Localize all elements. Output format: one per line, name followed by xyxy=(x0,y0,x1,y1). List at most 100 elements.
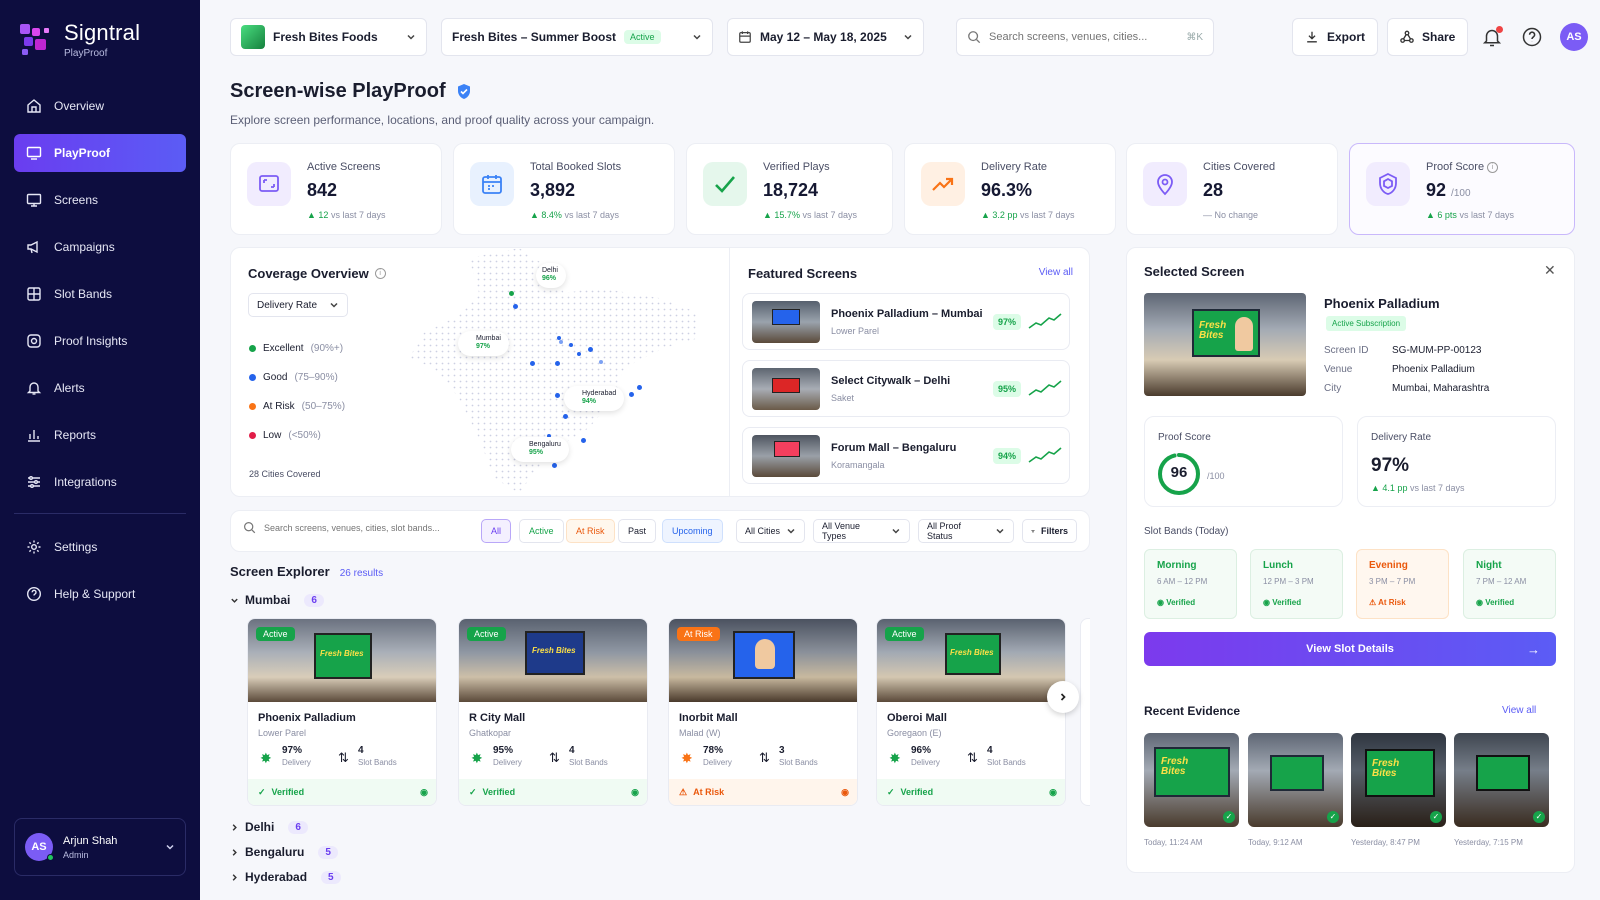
map-pin[interactable] xyxy=(629,392,634,397)
sidebar-item-proof-insights[interactable]: Proof Insights xyxy=(14,322,186,360)
map-pin[interactable] xyxy=(563,414,568,419)
sidebar-item-playproof[interactable]: PlayProof xyxy=(14,134,186,172)
slot-band-lunch[interactable]: Lunch 12 PM – 3 PM ◉ Verified xyxy=(1250,549,1343,619)
featured-item[interactable]: Phoenix Palladium – Mumbai Lower Parel 9… xyxy=(742,293,1070,350)
chevron-down-icon xyxy=(787,528,795,534)
delivery-trend: ▲ 4.1 pp vs last 7 days xyxy=(1371,483,1465,493)
filter-chip-upcoming[interactable]: Upcoming xyxy=(662,519,723,543)
date-range-picker[interactable]: May 12 – May 18, 2025 xyxy=(727,18,924,56)
evidence-thumbnail[interactable]: ✓ xyxy=(1454,733,1549,827)
evidence-thumbnail[interactable]: Fresh Bites ✓ xyxy=(1351,733,1446,827)
map-pin[interactable] xyxy=(530,361,535,366)
notifications-bell-icon[interactable] xyxy=(1481,26,1503,48)
map-pin[interactable] xyxy=(577,352,581,356)
map-marker-hyderabad[interactable]: Hyderabad 94% xyxy=(564,386,625,411)
stat-value: 92 /100 xyxy=(1426,180,1471,200)
city-group-bengaluru[interactable]: Bengaluru 5 xyxy=(230,845,338,859)
help-circle-icon[interactable] xyxy=(1521,26,1543,48)
map-pin[interactable] xyxy=(513,304,518,309)
brand-selector[interactable]: Fresh Bites Foods xyxy=(230,18,427,56)
sidebar-item-label: Alerts xyxy=(54,381,85,395)
close-icon[interactable]: ✕ xyxy=(1544,263,1556,277)
map-pin[interactable] xyxy=(588,347,593,352)
megaphone-icon xyxy=(27,240,38,254)
sidebar-item-settings[interactable]: Settings xyxy=(14,528,186,566)
featured-item[interactable]: Select Citywalk – Delhi Saket 95% xyxy=(742,360,1070,417)
map-marker-delhi[interactable]: Delhi 96% xyxy=(536,263,566,288)
map-marker-bengaluru[interactable]: Bengaluru 95% xyxy=(511,437,569,462)
evidence-thumbnail[interactable]: Fresh Bites ✓ xyxy=(1144,733,1239,827)
info-icon[interactable]: i xyxy=(1487,161,1499,173)
city-group-mumbai[interactable]: Mumbai 6 xyxy=(230,593,324,607)
share-button[interactable]: Share xyxy=(1387,18,1469,56)
detail-row-venue: Venue Phoenix Palladium xyxy=(1324,364,1475,375)
coverage-map[interactable]: Delhi 96% Mumbai 97% Hyderabad 94% Bengalur… xyxy=(399,248,719,496)
proof-status-filter-dropdown[interactable]: All Proof Status xyxy=(918,519,1014,543)
global-search[interactable]: ⌘K xyxy=(956,18,1214,56)
brand[interactable]: Signtral PlayProof xyxy=(18,20,140,59)
screen-card[interactable]: Fresh Bites Active Phoenix Palladium Low… xyxy=(247,618,437,806)
info-icon[interactable]: i xyxy=(374,268,386,279)
help-circle-icon xyxy=(26,586,42,602)
slot-band-evening[interactable]: Evening 3 PM – 7 PM ⚠ At Risk xyxy=(1356,549,1449,619)
filter-chip-past[interactable]: Past xyxy=(618,519,657,543)
alert-circle-icon: ◉ xyxy=(841,786,849,797)
map-marker-mumbai[interactable]: Mumbai 97% xyxy=(458,331,509,356)
city-group-delhi[interactable]: Delhi 6 xyxy=(230,820,308,834)
sidebar-item-integrations[interactable]: Integrations xyxy=(14,463,186,501)
sidebar-item-reports[interactable]: Reports xyxy=(14,416,186,454)
evidence-view-all-link[interactable]: View all xyxy=(1502,705,1536,716)
coverage-metric-dropdown[interactable]: Delivery Rate xyxy=(248,293,348,317)
filters-button[interactable]: Filters xyxy=(1022,519,1077,543)
carousel-next-button[interactable] xyxy=(1047,681,1079,713)
map-pin[interactable] xyxy=(559,340,563,344)
map-pin[interactable] xyxy=(509,291,514,296)
map-pin[interactable] xyxy=(569,343,573,347)
evidence-thumbnail[interactable]: ✓ xyxy=(1248,733,1343,827)
slot-band-morning[interactable]: Morning 6 AM – 12 PM ◉ Verified xyxy=(1144,549,1237,619)
featured-item[interactable]: Forum Mall – Bengaluru Koramangala 94% xyxy=(742,427,1070,484)
user-menu[interactable]: AS Arjun Shah Admin xyxy=(14,818,186,876)
view-slot-details-button[interactable]: View Slot Details → xyxy=(1144,632,1556,666)
stat-card-active-screens: Active Screens 842 ▲ 12 vs last 7 days xyxy=(230,143,442,235)
detail-row-screen-id: Screen ID SG-MUM-PP-00123 xyxy=(1324,345,1482,356)
map-pin[interactable] xyxy=(599,360,603,364)
filter-icon xyxy=(1031,529,1035,533)
campaign-selector[interactable]: Fresh Bites – Summer Boost Active xyxy=(441,18,713,56)
sidebar-item-screens[interactable]: Screens xyxy=(14,181,186,219)
screen-card[interactable]: Fresh Bites Active R City Mall Ghatkopar… xyxy=(458,618,648,806)
screen-name: Inorbit Mall xyxy=(679,712,738,724)
screen-card-partial[interactable] xyxy=(1080,618,1090,806)
city-group-hyderabad[interactable]: Hyderabad 5 xyxy=(230,870,341,884)
screen-card[interactable]: At Risk Inorbit Mall Malad (W) ✸ 78% Deli… xyxy=(668,618,858,806)
slot-band-night[interactable]: Night 7 PM – 12 AM ◉ Verified xyxy=(1463,549,1556,619)
map-pin[interactable] xyxy=(637,385,642,390)
proof-score-label: Proof Score xyxy=(1158,432,1211,443)
filter-chip-all[interactable]: All xyxy=(481,519,512,543)
screen-card[interactable]: Fresh Bites Active Oberoi Mall Goregaon … xyxy=(876,618,1066,806)
search-input[interactable] xyxy=(989,31,1154,43)
export-button[interactable]: Export xyxy=(1292,18,1379,56)
stat-label: Active Screens xyxy=(307,161,381,173)
delivery-rate-label: Delivery Rate xyxy=(1371,432,1432,443)
explorer-search[interactable] xyxy=(243,521,474,534)
sidebar-item-label: PlayProof xyxy=(54,146,111,160)
sidebar-item-slot-bands[interactable]: Slot Bands xyxy=(14,275,186,313)
venue-type-filter-dropdown[interactable]: All Venue Types xyxy=(813,519,910,543)
sidebar-item-campaigns[interactable]: Campaigns xyxy=(14,228,186,266)
map-pin[interactable] xyxy=(552,463,557,468)
city-filter-dropdown[interactable]: All Cities xyxy=(736,519,805,543)
slot-status: ⚠ At Risk xyxy=(1369,598,1406,607)
map-pin[interactable] xyxy=(581,438,586,443)
slot-status: ◉ Verified xyxy=(1476,598,1515,607)
map-pin[interactable] xyxy=(555,393,560,398)
filter-chip-active[interactable]: Active xyxy=(519,519,564,543)
sidebar-item-alerts[interactable]: Alerts xyxy=(14,369,186,407)
sidebar-item-help-support[interactable]: Help & Support xyxy=(14,575,186,613)
header-avatar[interactable]: AS xyxy=(1560,23,1588,51)
sidebar-item-overview[interactable]: Overview xyxy=(14,87,186,125)
featured-view-all-link[interactable]: View all xyxy=(1039,267,1073,278)
search-input[interactable] xyxy=(264,522,474,533)
map-pin[interactable] xyxy=(555,361,560,366)
filter-chip-at-risk[interactable]: At Risk xyxy=(566,519,615,543)
